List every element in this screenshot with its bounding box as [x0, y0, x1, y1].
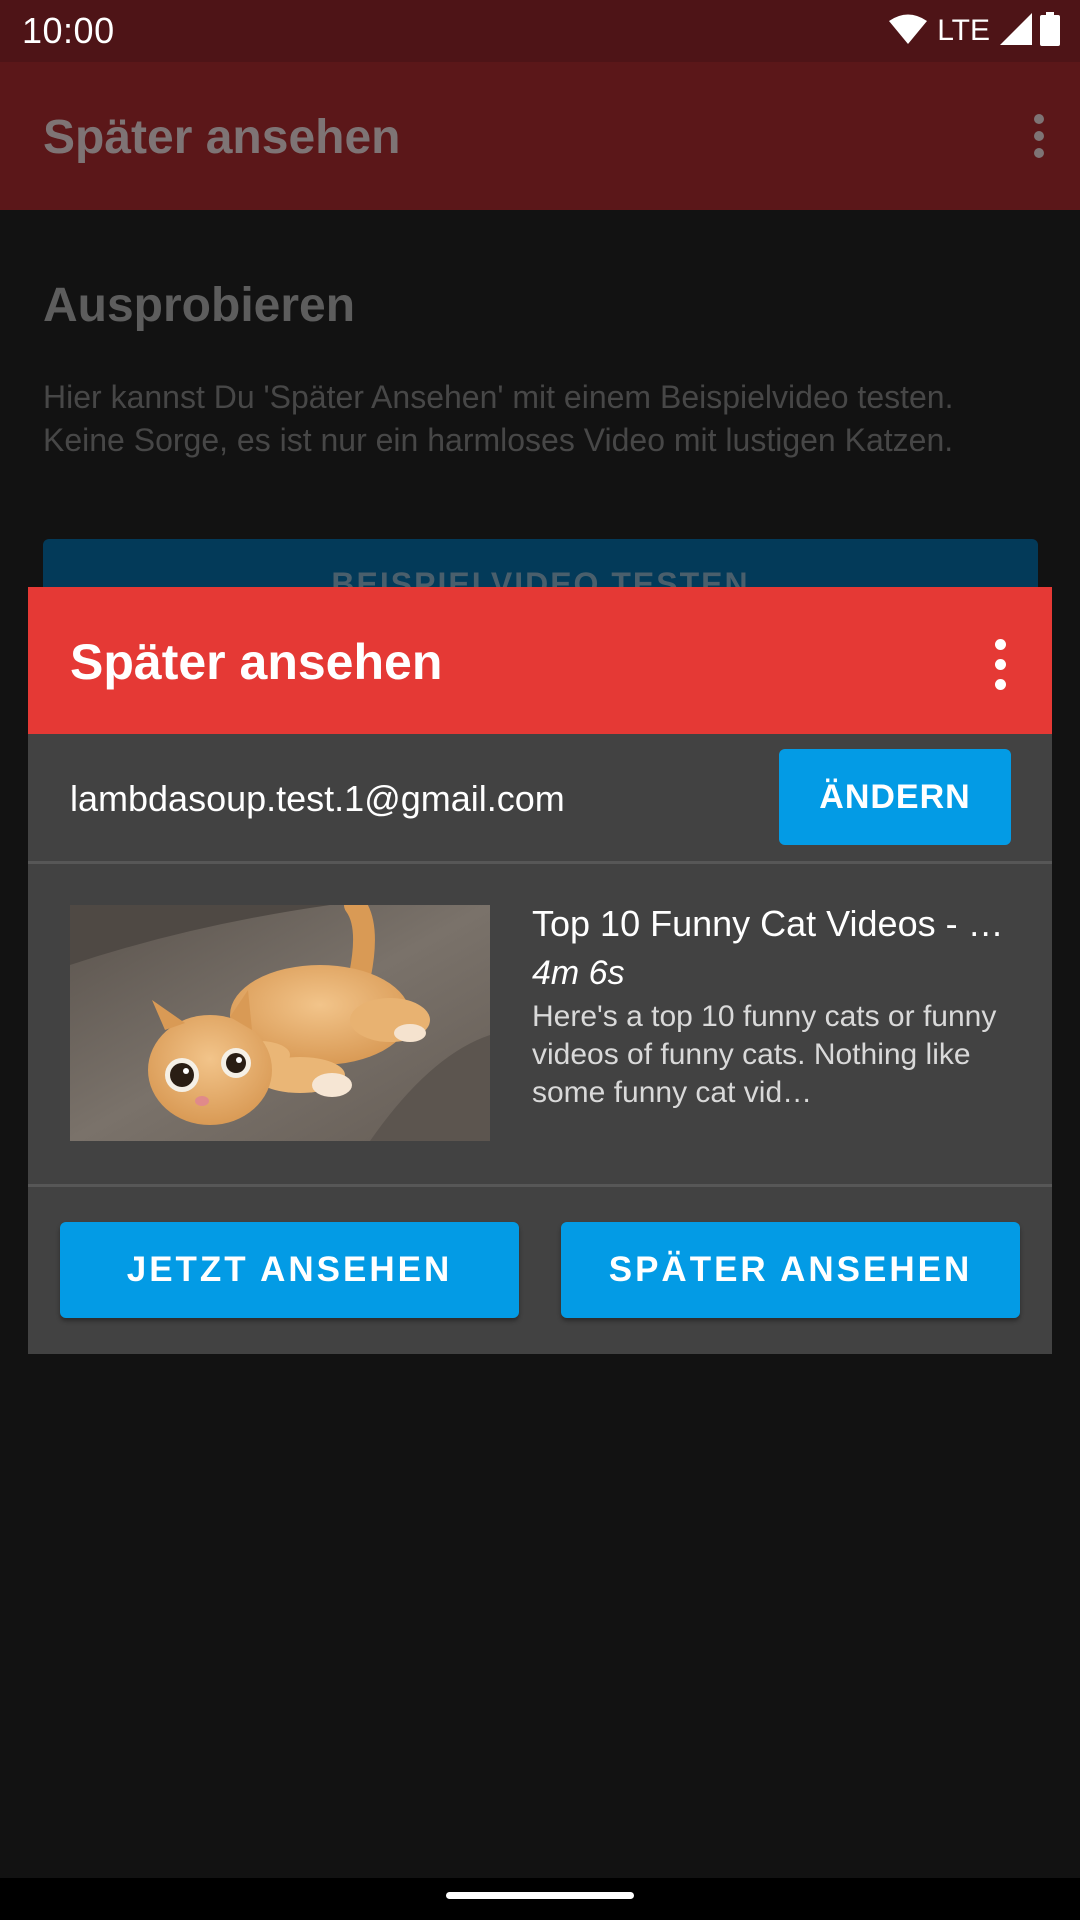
menu-dot	[994, 659, 1006, 670]
wifi-icon	[889, 14, 928, 49]
video-description: Here's a top 10 funny cats or funny vide…	[532, 1000, 997, 1109]
watch-later-button[interactable]: SPÄTER ANSEHEN	[561, 1222, 1020, 1318]
menu-dot	[994, 679, 1006, 690]
menu-dot	[1034, 114, 1044, 124]
menu-dot	[1034, 148, 1044, 158]
watch-later-dialog: Später ansehen lambdasoup.test.1@gmail.c…	[28, 587, 1052, 1354]
navigation-bar	[0, 1878, 1080, 1920]
menu-dot	[1034, 131, 1044, 141]
app-bar: Später ansehen	[0, 62, 1080, 210]
section-description: Hier kannst Du 'Später Ansehen' mit eine…	[43, 379, 954, 458]
menu-dot	[994, 639, 1006, 650]
section-heading: Ausprobieren	[43, 279, 356, 332]
change-account-button[interactable]: ÄNDERN	[779, 749, 1011, 845]
app-bar-title: Später ansehen	[43, 111, 401, 164]
video-thumbnail	[70, 905, 490, 1141]
dialog-title: Später ansehen	[70, 634, 443, 690]
network-type-label: LTE	[937, 14, 990, 47]
more-vert-icon[interactable]	[992, 639, 1008, 690]
account-row: lambdasoup.test.1@gmail.com ÄNDERN	[28, 734, 1052, 864]
status-bar: 10:00 LTE	[0, 0, 1080, 62]
signal-icon	[1000, 12, 1032, 50]
status-icons: LTE	[889, 11, 1060, 51]
home-gesture-handle[interactable]	[446, 1892, 634, 1899]
account-email: lambdasoup.test.1@gmail.com	[70, 778, 565, 819]
dialog-header: Später ansehen	[28, 587, 1052, 734]
more-vert-icon[interactable]	[1030, 114, 1048, 162]
video-item: Top 10 Funny Cat Videos - … 4m 6s Here's…	[28, 864, 1052, 1187]
watch-now-button[interactable]: JETZT ANSEHEN	[60, 1222, 519, 1318]
video-info: Top 10 Funny Cat Videos - … 4m 6s Here's…	[532, 900, 1022, 1112]
video-duration: 4m 6s	[532, 954, 625, 992]
status-time: 10:00	[22, 10, 115, 51]
cat-thumbnail-image	[70, 905, 490, 1141]
battery-icon	[1040, 11, 1060, 51]
dialog-actions: JETZT ANSEHEN SPÄTER ANSEHEN	[28, 1187, 1052, 1354]
video-title: Top 10 Funny Cat Videos - …	[532, 903, 1004, 944]
